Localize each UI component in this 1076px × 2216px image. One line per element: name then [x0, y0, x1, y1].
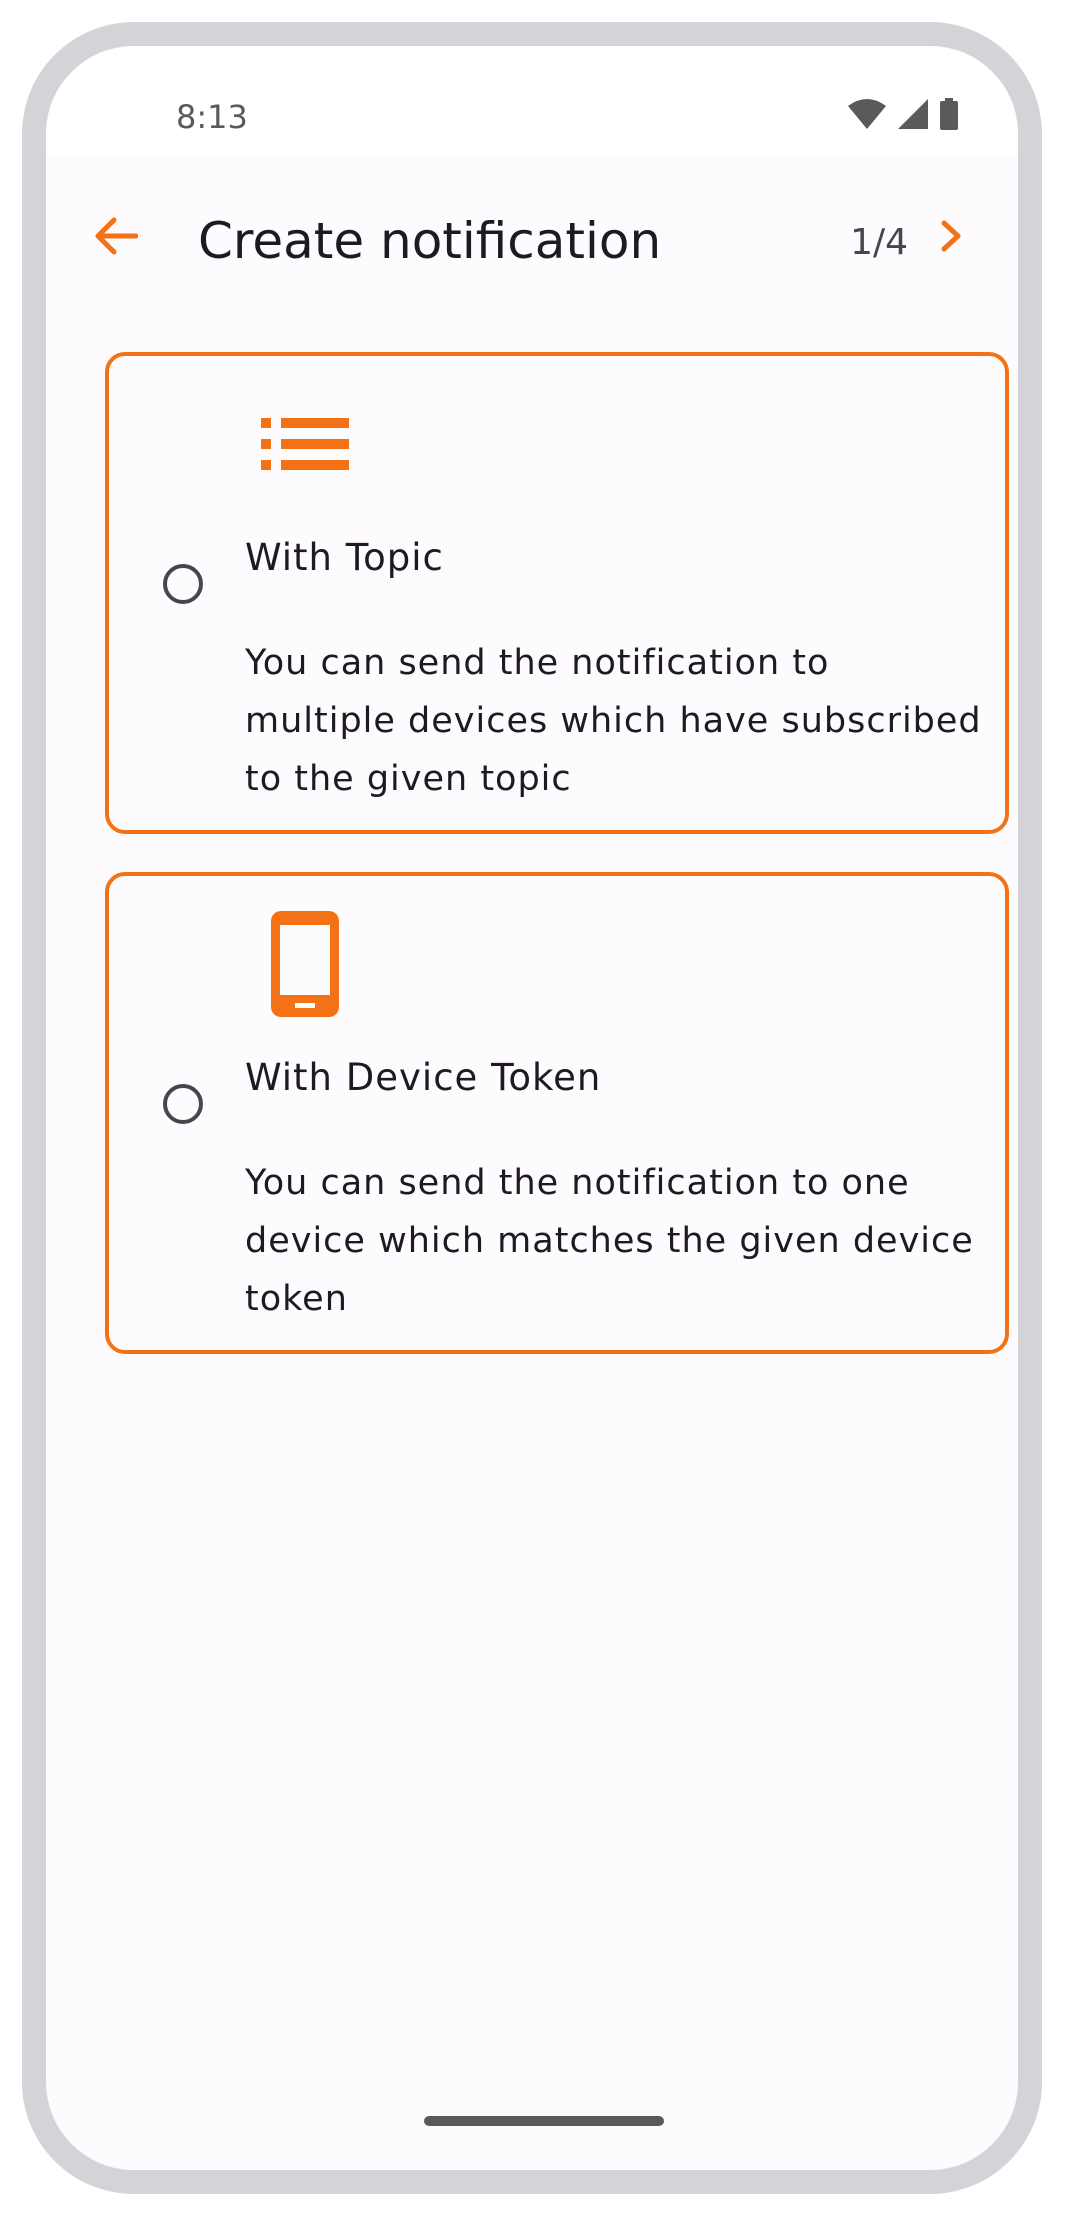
option-title: With Device Token — [245, 1056, 602, 1099]
back-button[interactable] — [86, 208, 146, 268]
radio-button-device-token[interactable] — [163, 1084, 203, 1124]
arrow-back-icon — [94, 217, 139, 260]
cellular-signal-icon — [898, 99, 928, 134]
list-icon — [257, 396, 353, 492]
battery-icon — [940, 98, 958, 135]
option-title: With Topic — [245, 536, 444, 579]
wifi-icon — [848, 99, 886, 134]
radio-button-topic[interactable] — [163, 564, 203, 604]
option-description: You can send the notification to one dev… — [245, 1163, 974, 1319]
option-card-topic[interactable]: With Topic You can send the notification… — [105, 352, 1009, 834]
next-button[interactable] — [926, 212, 978, 264]
page-title: Create notification — [198, 212, 662, 270]
option-card-device-token[interactable]: With Device Token You can send the notif… — [105, 872, 1009, 1354]
status-icons — [848, 98, 958, 135]
option-description: You can send the notification to multipl… — [245, 643, 982, 799]
chevron-right-icon — [940, 219, 964, 258]
smartphone-icon — [257, 911, 353, 1017]
status-time: 8:13 — [176, 98, 248, 136]
home-indicator[interactable] — [424, 2116, 664, 2126]
page-counter: 1/4 — [850, 222, 908, 263]
device-frame: 8:13 Create notification 1/4 With Topic … — [22, 22, 1042, 2194]
status-bar: 8:13 — [46, 46, 1018, 156]
top-app-bar: Create notification 1/4 — [46, 186, 1018, 286]
